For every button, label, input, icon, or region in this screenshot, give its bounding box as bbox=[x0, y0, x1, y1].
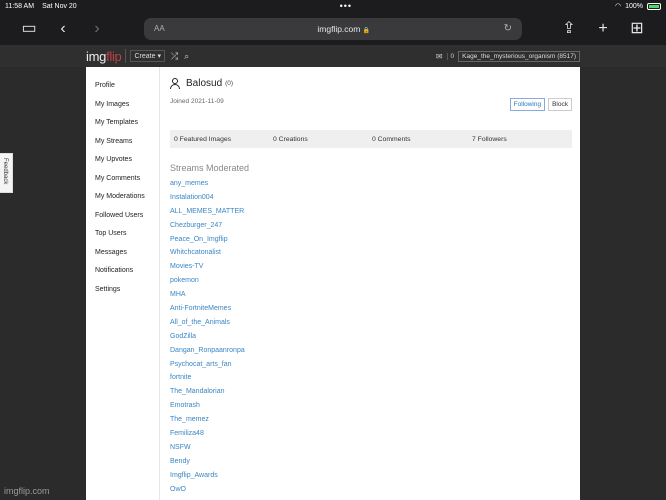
status-time: 11:58 AM bbox=[5, 2, 35, 10]
stream-link[interactable]: The_memez bbox=[170, 415, 245, 429]
share-icon[interactable]: ⇪ bbox=[552, 19, 586, 39]
profile-stats-bar: 0 Featured Images 0 Creations 0 Comments… bbox=[170, 130, 572, 148]
shuffle-icon[interactable]: ⤮ bbox=[171, 51, 178, 62]
back-icon[interactable]: ‹ bbox=[46, 19, 80, 39]
stream-link[interactable]: OwO bbox=[170, 485, 245, 499]
url-text[interactable]: imgflip.com 🔒 bbox=[184, 24, 504, 34]
sidebar-item-settings[interactable]: Settings bbox=[86, 285, 159, 304]
sidebar-item-notifications[interactable]: Notifications bbox=[86, 266, 159, 285]
sidebar-toggle-icon[interactable]: ▭ bbox=[12, 19, 46, 39]
stream-link[interactable]: Dangan_Ronpaanronpa bbox=[170, 346, 245, 360]
stream-link[interactable]: MHA bbox=[170, 290, 245, 304]
stream-link[interactable]: The_Mandalorian bbox=[170, 387, 245, 401]
user-sidebar: Profile My Images My Templates My Stream… bbox=[86, 67, 160, 500]
forward-icon[interactable]: › bbox=[80, 19, 114, 39]
following-button[interactable]: Following bbox=[509, 98, 546, 111]
battery-percent: 100% bbox=[625, 2, 643, 10]
sidebar-item-top-users[interactable]: Top Users bbox=[86, 229, 159, 248]
sidebar-item-my-images[interactable]: My Images bbox=[86, 100, 159, 119]
nav-divider bbox=[125, 49, 127, 63]
notification-count[interactable]: 0 bbox=[446, 52, 454, 60]
reader-aa-button[interactable]: AA bbox=[154, 24, 184, 33]
multitask-dots[interactable]: ••• bbox=[77, 2, 615, 11]
profile-main: Balosud (0) Joined 2021-11-09 Following … bbox=[170, 67, 572, 500]
stat-followers[interactable]: 7 Followers bbox=[472, 136, 507, 143]
search-icon[interactable]: ⌕ bbox=[184, 51, 189, 62]
sidebar-item-followed-users[interactable]: Followed Users bbox=[86, 211, 159, 230]
feedback-tab[interactable]: Feedback bbox=[0, 153, 13, 193]
stream-link[interactable]: GodZilla bbox=[170, 332, 245, 346]
stream-link[interactable]: Whitchcatonalist bbox=[170, 248, 245, 262]
stat-creations[interactable]: 0 Creations bbox=[273, 136, 308, 143]
imgflip-watermark: imgflip.com bbox=[4, 486, 50, 496]
user-menu[interactable]: Kage_the_mysterious_organism (8517) bbox=[458, 50, 580, 62]
browser-chrome: 11:58 AM Sat Nov 20 ••• ◠ 100% ▭ ‹ › AA … bbox=[0, 0, 666, 45]
stat-featured-images[interactable]: 0 Featured Images bbox=[174, 136, 231, 143]
stream-link[interactable]: pokemon bbox=[170, 276, 245, 290]
profile-points: (0) bbox=[225, 80, 234, 87]
status-date: Sat Nov 20 bbox=[42, 2, 77, 10]
stream-link[interactable]: ALL_MEMES_MATTER bbox=[170, 207, 245, 221]
stream-link[interactable]: Femiliza48 bbox=[170, 429, 245, 443]
sidebar-item-my-upvotes[interactable]: My Upvotes bbox=[86, 155, 159, 174]
new-tab-icon[interactable]: + bbox=[586, 19, 620, 39]
stream-link[interactable]: Bendy bbox=[170, 457, 245, 471]
sidebar-item-messages[interactable]: Messages bbox=[86, 248, 159, 267]
sidebar-item-my-streams[interactable]: My Streams bbox=[86, 137, 159, 156]
stream-link[interactable]: Imgflip_Awards bbox=[170, 471, 245, 485]
stream-link[interactable]: Anti-FortniteMemes bbox=[170, 304, 245, 318]
streams-list: any_memes Instalation004 ALL_MEMES_MATTE… bbox=[170, 179, 245, 498]
wifi-icon: ◠ bbox=[614, 3, 622, 10]
streams-moderated-heading: Streams Moderated bbox=[170, 163, 250, 173]
content-container: Profile My Images My Templates My Stream… bbox=[86, 67, 580, 500]
stream-link[interactable]: Chezburger_247 bbox=[170, 221, 245, 235]
joined-date: Joined 2021-11-09 bbox=[170, 98, 224, 105]
stream-link[interactable]: Emotrash bbox=[170, 401, 245, 415]
sidebar-item-my-comments[interactable]: My Comments bbox=[86, 174, 159, 193]
address-bar[interactable]: AA imgflip.com 🔒 ↻ bbox=[144, 17, 522, 40]
reload-icon[interactable]: ↻ bbox=[504, 23, 512, 34]
stream-link[interactable]: All_of_the_Animals bbox=[170, 318, 245, 332]
stream-link[interactable]: Instalation004 bbox=[170, 193, 245, 207]
status-bar: 11:58 AM Sat Nov 20 ••• ◠ 100% bbox=[0, 0, 666, 12]
safari-toolbar: ▭ ‹ › AA imgflip.com 🔒 ↻ ⇪ + ⊞ bbox=[0, 12, 666, 45]
user-icon bbox=[170, 78, 180, 89]
lock-icon: 🔒 bbox=[362, 27, 371, 34]
stream-link[interactable]: Psychocat_arts_fan bbox=[170, 360, 245, 374]
stream-link[interactable]: any_memes bbox=[170, 179, 245, 193]
profile-username: Balosud bbox=[186, 78, 223, 89]
block-button[interactable]: Block bbox=[548, 98, 572, 111]
stream-link[interactable]: Movies-TV bbox=[170, 262, 245, 276]
sidebar-item-profile[interactable]: Profile bbox=[86, 81, 159, 100]
imgflip-logo[interactable]: imgflip bbox=[86, 49, 122, 64]
sidebar-item-my-templates[interactable]: My Templates bbox=[86, 118, 159, 137]
battery-icon bbox=[647, 2, 661, 10]
stat-comments[interactable]: 0 Comments bbox=[372, 136, 411, 143]
site-navbar: imgflip Create ▾ ⤮ ⌕ ✉ 0 Kage_the_myster… bbox=[0, 45, 666, 67]
page-body: Profile My Images My Templates My Stream… bbox=[0, 67, 666, 500]
tabs-overview-icon[interactable]: ⊞ bbox=[620, 19, 654, 39]
stream-link[interactable]: fortnite bbox=[170, 373, 245, 387]
create-button[interactable]: Create ▾ bbox=[130, 50, 165, 62]
sidebar-item-my-moderations[interactable]: My Moderations bbox=[86, 192, 159, 211]
profile-header: Balosud (0) bbox=[170, 78, 233, 89]
mail-icon[interactable]: ✉ bbox=[436, 52, 443, 61]
stream-link[interactable]: NSFW bbox=[170, 443, 245, 457]
stream-link[interactable]: Peace_On_Imgflip bbox=[170, 235, 245, 249]
